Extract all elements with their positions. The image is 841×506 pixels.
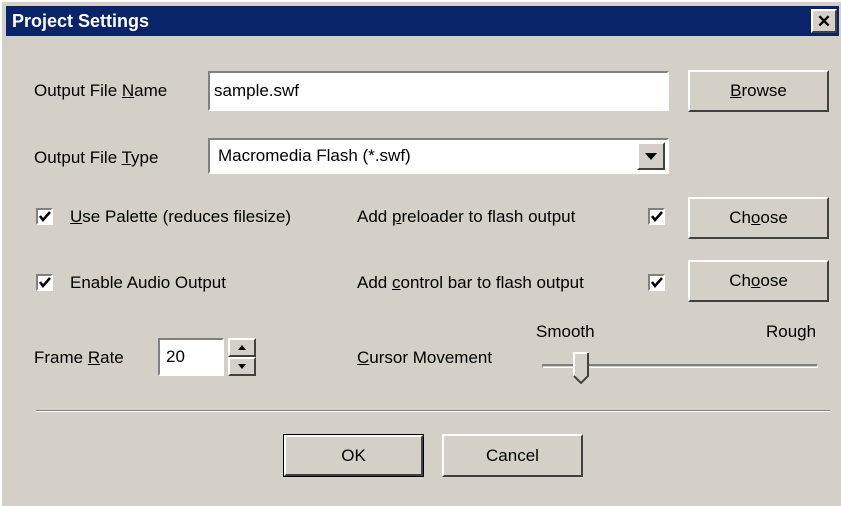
frame-rate-up-button[interactable]: [228, 338, 256, 357]
browse-button[interactable]: Browse: [688, 70, 829, 112]
arrow-down-icon: [238, 364, 246, 369]
frame-rate-down-button[interactable]: [228, 357, 256, 376]
window-title: Project Settings: [12, 11, 150, 31]
cursor-movement-slider-thumb[interactable]: [573, 352, 590, 385]
control-bar-checkbox[interactable]: [648, 274, 665, 291]
project-settings-dialog: Project Settings ✕ Output File Name samp…: [0, 0, 841, 506]
frame-rate-input[interactable]: 20: [158, 338, 224, 376]
preloader-checkbox[interactable]: [648, 208, 665, 225]
enable-audio-checkbox[interactable]: [36, 274, 53, 291]
output-file-type-label: Output File Type: [34, 148, 159, 167]
checkmark-icon: [39, 211, 51, 222]
slider-min-label: Smooth: [536, 322, 595, 341]
cursor-movement-label: Cursor Movement: [357, 348, 493, 367]
slider-max-label: Rough: [766, 322, 817, 341]
output-file-name-input[interactable]: sample.swf: [208, 71, 669, 111]
preloader-label: Add preloader to flash output: [357, 207, 576, 226]
output-file-name-label: Output File Name: [34, 81, 168, 100]
close-button[interactable]: ✕: [811, 9, 837, 33]
checkmark-icon: [651, 211, 663, 222]
ok-button[interactable]: OK: [283, 434, 424, 477]
control-bar-label: Add control bar to flash output: [357, 273, 584, 292]
enable-audio-label[interactable]: Enable Audio Output: [70, 273, 226, 293]
separator: [36, 410, 830, 412]
chevron-down-icon[interactable]: [637, 142, 665, 170]
output-file-type-select[interactable]: Macromedia Flash (*.swf): [208, 138, 669, 174]
cancel-button[interactable]: Cancel: [442, 434, 583, 477]
control-bar-choose-button[interactable]: Choose: [688, 260, 829, 302]
frame-rate-label: Frame Rate: [34, 348, 124, 367]
checkmark-icon: [651, 277, 663, 288]
title-bar[interactable]: Project Settings ✕: [6, 6, 839, 36]
use-palette-checkbox[interactable]: [36, 208, 53, 225]
use-palette-label[interactable]: Use Palette (reduces filesize): [70, 207, 291, 227]
arrow-up-icon: [238, 345, 246, 350]
checkmark-icon: [39, 277, 51, 288]
preloader-choose-button[interactable]: Choose: [688, 197, 829, 239]
